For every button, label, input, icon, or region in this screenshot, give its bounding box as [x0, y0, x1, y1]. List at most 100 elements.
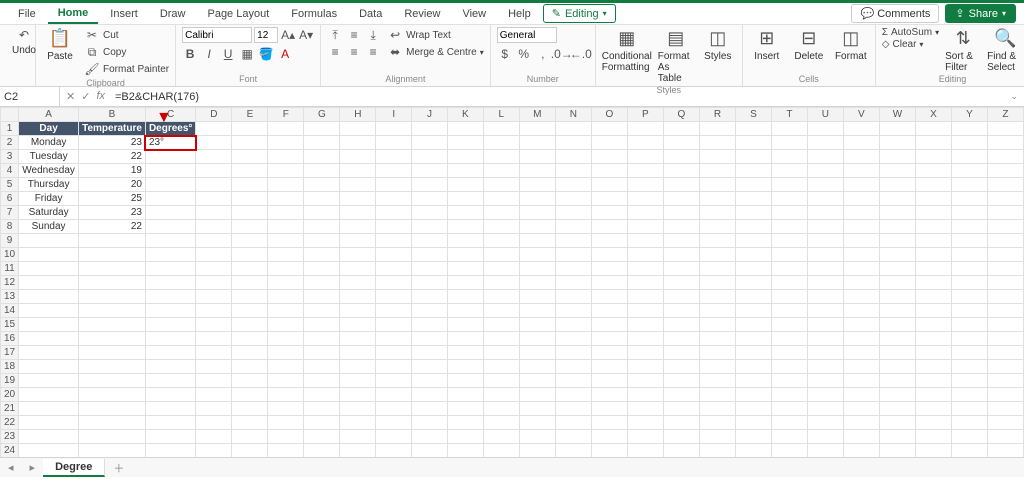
cell[interactable] [627, 220, 663, 234]
cell[interactable] [987, 192, 1023, 206]
cell[interactable] [304, 374, 340, 388]
cell[interactable] [555, 220, 591, 234]
format-as-table-button[interactable]: ▤Format As Table [658, 27, 694, 84]
cell[interactable] [699, 248, 735, 262]
cell[interactable] [376, 444, 412, 458]
cell[interactable] [340, 164, 376, 178]
cell[interactable] [196, 276, 232, 290]
cell[interactable] [483, 164, 519, 178]
cell[interactable] [232, 220, 268, 234]
tab-page-layout[interactable]: Page Layout [197, 5, 279, 23]
cell[interactable] [807, 332, 843, 346]
column-header[interactable]: U [807, 108, 843, 122]
cell[interactable] [483, 318, 519, 332]
cell[interactable] [951, 332, 987, 346]
cell[interactable] [951, 262, 987, 276]
cell[interactable] [79, 262, 146, 276]
cell[interactable] [268, 234, 304, 248]
find-select-button[interactable]: 🔍Find & Select [987, 27, 1023, 73]
cell[interactable] [340, 402, 376, 416]
cell[interactable] [447, 220, 483, 234]
cell[interactable] [627, 388, 663, 402]
cell[interactable] [699, 234, 735, 248]
cell[interactable] [268, 136, 304, 150]
cell[interactable] [663, 136, 699, 150]
column-header[interactable]: X [916, 108, 952, 122]
cell[interactable] [951, 290, 987, 304]
cell[interactable] [987, 332, 1023, 346]
cell[interactable] [79, 374, 146, 388]
cell[interactable] [591, 430, 627, 444]
cell[interactable] [916, 416, 952, 430]
cell[interactable] [196, 164, 232, 178]
cell[interactable] [145, 304, 195, 318]
tab-view[interactable]: View [452, 5, 496, 23]
cell[interactable] [412, 164, 448, 178]
row-header[interactable]: 1 [1, 122, 19, 136]
cell[interactable] [19, 262, 79, 276]
cell[interactable] [807, 248, 843, 262]
cell[interactable] [951, 346, 987, 360]
row-header[interactable]: 15 [1, 318, 19, 332]
cell[interactable] [447, 416, 483, 430]
column-header[interactable]: N [555, 108, 591, 122]
cell[interactable] [663, 388, 699, 402]
cell[interactable] [19, 374, 79, 388]
cell[interactable] [79, 276, 146, 290]
paste-button[interactable]: 📋Paste [42, 27, 78, 62]
cell[interactable] [519, 220, 555, 234]
cell[interactable] [807, 444, 843, 458]
cell[interactable] [879, 416, 915, 430]
cell[interactable] [19, 346, 79, 360]
cell[interactable] [951, 416, 987, 430]
cell[interactable] [19, 444, 79, 458]
cell[interactable] [412, 416, 448, 430]
cell[interactable] [735, 248, 771, 262]
cell[interactable] [483, 192, 519, 206]
cell[interactable] [555, 430, 591, 444]
cell[interactable] [268, 262, 304, 276]
tab-draw[interactable]: Draw [150, 5, 196, 23]
cell[interactable] [771, 178, 807, 192]
enter-formula-icon[interactable]: ✓ [81, 90, 90, 103]
cell[interactable] [340, 136, 376, 150]
cell[interactable] [196, 136, 232, 150]
cell[interactable] [663, 402, 699, 416]
cell[interactable] [627, 360, 663, 374]
cell[interactable] [340, 220, 376, 234]
cell[interactable]: Day [19, 122, 79, 136]
cell[interactable] [19, 388, 79, 402]
cell[interactable] [145, 276, 195, 290]
align-middle-icon[interactable]: ≡ [346, 27, 362, 43]
cell[interactable] [879, 262, 915, 276]
increase-decimal-icon[interactable]: .0→ [554, 46, 570, 62]
cell[interactable] [663, 290, 699, 304]
fill-color-button[interactable]: 🪣 [258, 46, 274, 62]
cell[interactable] [843, 304, 879, 318]
column-header[interactable]: Z [987, 108, 1023, 122]
cell[interactable] [19, 276, 79, 290]
cell[interactable] [843, 360, 879, 374]
cell[interactable] [376, 178, 412, 192]
cell[interactable] [771, 192, 807, 206]
cell[interactable] [447, 374, 483, 388]
cell[interactable] [807, 402, 843, 416]
add-sheet-button[interactable]: ＋ [105, 460, 132, 476]
row-header[interactable]: 11 [1, 262, 19, 276]
cell[interactable] [916, 374, 952, 388]
cell[interactable] [916, 150, 952, 164]
cell[interactable] [555, 290, 591, 304]
cell[interactable] [843, 178, 879, 192]
cell[interactable]: Friday [19, 192, 79, 206]
cell[interactable] [951, 220, 987, 234]
cell[interactable] [591, 206, 627, 220]
cell[interactable] [483, 430, 519, 444]
cell[interactable] [519, 206, 555, 220]
cell[interactable] [145, 164, 195, 178]
select-all-corner[interactable] [1, 108, 19, 122]
column-header[interactable]: V [843, 108, 879, 122]
cell[interactable] [807, 416, 843, 430]
cell[interactable] [79, 388, 146, 402]
cell[interactable] [735, 416, 771, 430]
cell[interactable] [340, 262, 376, 276]
